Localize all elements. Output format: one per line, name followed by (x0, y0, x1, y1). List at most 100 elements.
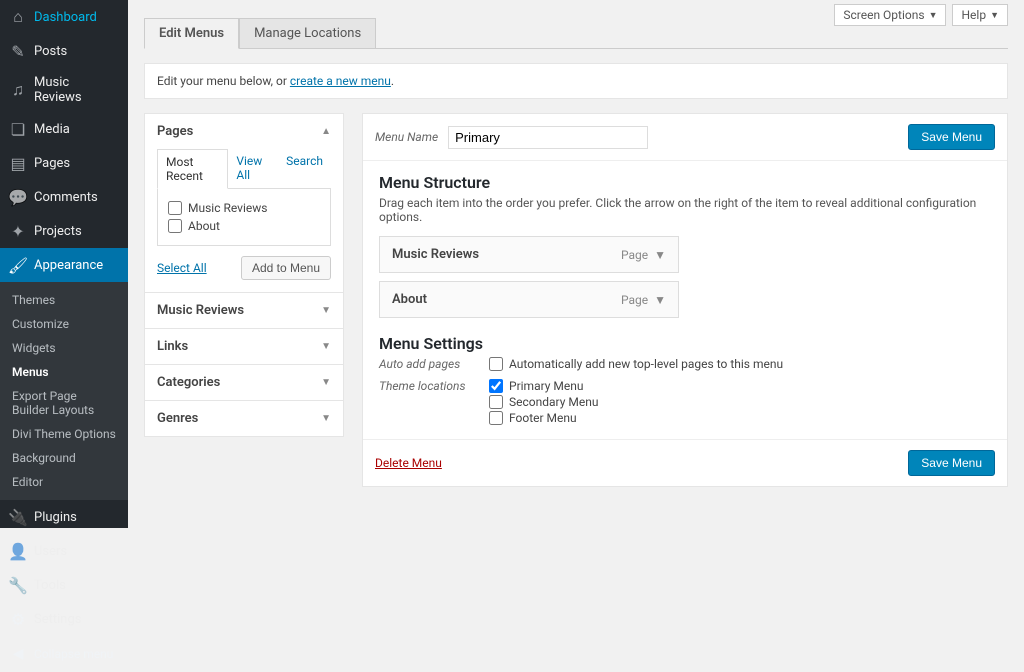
submenu-customize[interactable]: Customize (0, 312, 128, 336)
triangle-down-icon[interactable]: ▼ (654, 293, 666, 307)
page-checkbox[interactable] (168, 219, 182, 233)
screen-options-button[interactable]: Screen Options▼ (834, 4, 946, 26)
theme-locations-options: Primary Menu Secondary Menu Footer Menu (489, 379, 991, 427)
menu-panel-header: Menu Name Save Menu (363, 114, 1007, 161)
menu-settings-grid: Auto add pages Automatically add new top… (379, 357, 991, 427)
dashboard-icon: ⌂ (8, 7, 28, 27)
pages-checklist: Music Reviews About (157, 189, 331, 246)
comments-icon: 💬 (8, 187, 28, 207)
location-checkbox[interactable] (489, 379, 503, 393)
tab-manage-locations[interactable]: Manage Locations (239, 18, 376, 48)
pages-tab-view-all[interactable]: View All (228, 149, 278, 188)
location-checkbox[interactable] (489, 411, 503, 425)
auto-add-option[interactable]: Automatically add new top-level pages to… (489, 357, 991, 371)
sidebar-item-comments[interactable]: 💬Comments (0, 180, 128, 214)
location-option-primary[interactable]: Primary Menu (489, 379, 991, 393)
genres-toggle[interactable]: Genres▼ (145, 401, 343, 436)
sidebar-item-settings[interactable]: ⚙Settings (0, 602, 128, 636)
music-reviews-toggle[interactable]: Music Reviews▼ (145, 293, 343, 328)
menu-settings-heading: Menu Settings (379, 334, 991, 353)
links-accordion: Links▼ (144, 329, 344, 365)
create-menu-link[interactable]: create a new menu (290, 74, 391, 88)
triangle-down-icon[interactable]: ▼ (654, 248, 666, 262)
music-icon: ♫ (8, 80, 28, 100)
menu-name-label: Menu Name (375, 130, 438, 144)
gear-icon: ⚙ (8, 609, 28, 629)
triangle-down-icon: ▼ (321, 413, 331, 424)
help-button[interactable]: Help▼ (952, 4, 1008, 26)
user-icon: 👤 (8, 541, 28, 561)
sidebar-item-music-reviews[interactable]: ♫Music Reviews (0, 68, 128, 112)
menu-sources-column: Pages▲ Most Recent View All Search Music… (144, 113, 344, 487)
pages-tab-recent[interactable]: Most Recent (157, 149, 228, 189)
main-content: Screen Options▼ Help▼ Edit Menus Manage … (128, 0, 1024, 528)
submenu-themes[interactable]: Themes (0, 288, 128, 312)
select-all-link[interactable]: Select All (157, 261, 207, 275)
auto-add-label: Auto add pages (379, 357, 489, 373)
sidebar-item-tools[interactable]: 🔧Tools (0, 568, 128, 602)
location-option-secondary[interactable]: Secondary Menu (489, 395, 991, 409)
collapse-menu-button[interactable]: ◀Collapse menu (0, 636, 128, 672)
menu-editor-column: Menu Name Save Menu Menu Structure Drag … (362, 113, 1008, 487)
submenu-menus[interactable]: Menus (0, 360, 128, 384)
theme-locations-label: Theme locations (379, 379, 489, 427)
page-checkbox[interactable] (168, 201, 182, 215)
menu-panel-footer: Delete Menu Save Menu (363, 439, 1007, 486)
menu-item[interactable]: Music Reviews Page▼ (379, 236, 679, 273)
submenu-widgets[interactable]: Widgets (0, 336, 128, 360)
add-to-menu-button[interactable]: Add to Menu (241, 256, 331, 280)
triangle-up-icon: ▲ (321, 126, 331, 137)
menu-panel: Menu Name Save Menu Menu Structure Drag … (362, 113, 1008, 487)
triangle-down-icon: ▼ (321, 341, 331, 352)
save-menu-button-top[interactable]: Save Menu (908, 124, 995, 150)
menu-structure-heading: Menu Structure (379, 173, 991, 192)
triangle-down-icon: ▼ (321, 305, 331, 316)
projects-icon: ✦ (8, 221, 28, 241)
pin-icon: ✎ (8, 41, 28, 61)
categories-toggle[interactable]: Categories▼ (145, 365, 343, 400)
menu-item-label: About (392, 292, 427, 307)
plugin-icon: 🔌 (8, 507, 28, 527)
sidebar-item-projects[interactable]: ✦Projects (0, 214, 128, 248)
sidebar-item-appearance[interactable]: 🖌Appearance (0, 248, 128, 282)
page-option[interactable]: Music Reviews (168, 199, 320, 217)
pages-icon: ▤ (8, 153, 28, 173)
media-icon: ❏ (8, 119, 28, 139)
tab-edit-menus[interactable]: Edit Menus (144, 18, 239, 49)
menu-item-label: Music Reviews (392, 247, 479, 262)
links-toggle[interactable]: Links▼ (145, 329, 343, 364)
categories-accordion: Categories▼ (144, 365, 344, 401)
menu-structure-description: Drag each item into the order you prefer… (379, 196, 991, 224)
auto-add-checkbox[interactable] (489, 357, 503, 371)
caret-down-icon: ▼ (990, 10, 999, 21)
sidebar-item-plugins[interactable]: 🔌Plugins (0, 500, 128, 534)
appearance-submenu: Themes Customize Widgets Menus Export Pa… (0, 282, 128, 500)
location-checkbox[interactable] (489, 395, 503, 409)
sidebar-item-users[interactable]: 👤Users (0, 534, 128, 568)
pages-filter-tabs: Most Recent View All Search (157, 149, 331, 189)
pages-tab-search[interactable]: Search (278, 149, 331, 188)
sidebar-item-pages[interactable]: ▤Pages (0, 146, 128, 180)
sidebar-item-dashboard[interactable]: ⌂Dashboard (0, 0, 128, 34)
submenu-background[interactable]: Background (0, 446, 128, 470)
wrench-icon: 🔧 (8, 575, 28, 595)
genres-accordion: Genres▼ (144, 401, 344, 437)
pages-accordion: Pages▲ Most Recent View All Search Music… (144, 113, 344, 293)
location-option-footer[interactable]: Footer Menu (489, 411, 991, 425)
sidebar-item-media[interactable]: ❏Media (0, 112, 128, 146)
submenu-export-layouts[interactable]: Export Page Builder Layouts (0, 384, 128, 422)
menu-name-input[interactable] (448, 126, 648, 149)
triangle-down-icon: ▼ (321, 377, 331, 388)
menu-item[interactable]: About Page▼ (379, 281, 679, 318)
submenu-divi-options[interactable]: Divi Theme Options (0, 422, 128, 446)
menu-item-type: Page▼ (621, 293, 666, 307)
sidebar-item-posts[interactable]: ✎Posts (0, 34, 128, 68)
screen-meta-links: Screen Options▼ Help▼ (834, 4, 1008, 26)
menu-item-type: Page▼ (621, 248, 666, 262)
pages-accordion-toggle[interactable]: Pages▲ (145, 114, 343, 149)
save-menu-button-bottom[interactable]: Save Menu (908, 450, 995, 476)
delete-menu-link[interactable]: Delete Menu (375, 456, 442, 470)
submenu-editor[interactable]: Editor (0, 470, 128, 494)
page-option[interactable]: About (168, 217, 320, 235)
brush-icon: 🖌 (8, 255, 28, 275)
